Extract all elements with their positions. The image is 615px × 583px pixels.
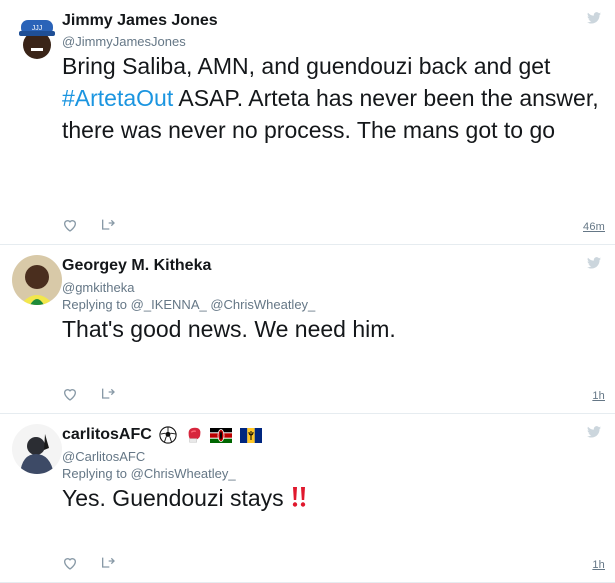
share-icon[interactable] [100,217,116,233]
avatar-photo-icon [12,424,62,474]
reply-prefix: Replying to [62,466,131,481]
display-name-row: carlitosAFC [62,426,262,444]
tweet-timestamp[interactable]: 1h [592,559,605,571]
twitter-bird-icon[interactable] [587,426,601,438]
tweet-card: Georgey M. Kitheka @gmkitheka Replying t… [0,245,615,414]
svg-text:JJJ: JJJ [32,25,43,32]
reply-context: Replying to @_IKENNA_ @ChrisWheatley_ [62,297,315,312]
avatar-photo-icon [12,255,62,305]
user-handle[interactable]: @gmkitheka [62,280,134,295]
avatar[interactable] [12,255,62,305]
tweet-card: carlitosAFC @CarlitosAFC Replying to @Ch… [0,414,615,583]
user-handle[interactable]: @JimmyJamesJones [62,34,186,49]
tweet-text-part: Bring Saliba, AMN, and guendouzi back an… [62,53,551,79]
reply-prefix: Replying to [62,297,131,312]
tweet-text: Yes. Guendouzi stays [62,482,602,514]
twitter-bird-icon[interactable] [587,12,601,24]
reply-context: Replying to @ChrisWheatley_ [62,466,236,481]
tweet-timestamp[interactable]: 1h [592,390,605,402]
double-exclamation-icon [292,487,306,507]
heart-icon[interactable] [62,217,78,233]
tweet-actions [62,554,134,572]
user-handle[interactable]: @CarlitosAFC [62,449,145,464]
soccer-ball-icon [159,426,177,444]
tweet-timestamp[interactable]: 46m [583,221,605,233]
hashtag-link[interactable]: #ArtetaOut [62,85,173,111]
heart-icon[interactable] [62,386,78,402]
display-name[interactable]: carlitosAFC [62,426,152,443]
tweet-text: That's good news. We need him. [62,316,396,342]
kenya-flag-icon [210,427,233,443]
reply-users-link[interactable]: @ChrisWheatley_ [131,466,236,481]
heart-icon[interactable] [62,555,78,571]
display-name[interactable]: Jimmy James Jones [62,12,218,30]
twitter-bird-icon[interactable] [587,257,601,269]
avatar[interactable]: JJJ [12,12,62,62]
avatar[interactable] [12,424,62,474]
display-name[interactable]: Georgey M. Kitheka [62,257,211,275]
tweet-text: Bring Saliba, AMN, and guendouzi back an… [62,50,602,146]
boxing-glove-icon [188,427,201,443]
tweet-actions [62,216,134,234]
tweet-text-part: Yes. Guendouzi stays [62,485,291,511]
share-icon[interactable] [100,386,116,402]
barbados-flag-icon [239,427,262,443]
tweet-actions [62,385,134,403]
avatar-cap-icon: JJJ [12,12,62,62]
reply-users-link[interactable]: @_IKENNA_ @ChrisWheatley_ [131,297,316,312]
tweet-card: JJJ Jimmy James Jones @JimmyJamesJones B… [0,0,615,245]
share-icon[interactable] [100,555,116,571]
